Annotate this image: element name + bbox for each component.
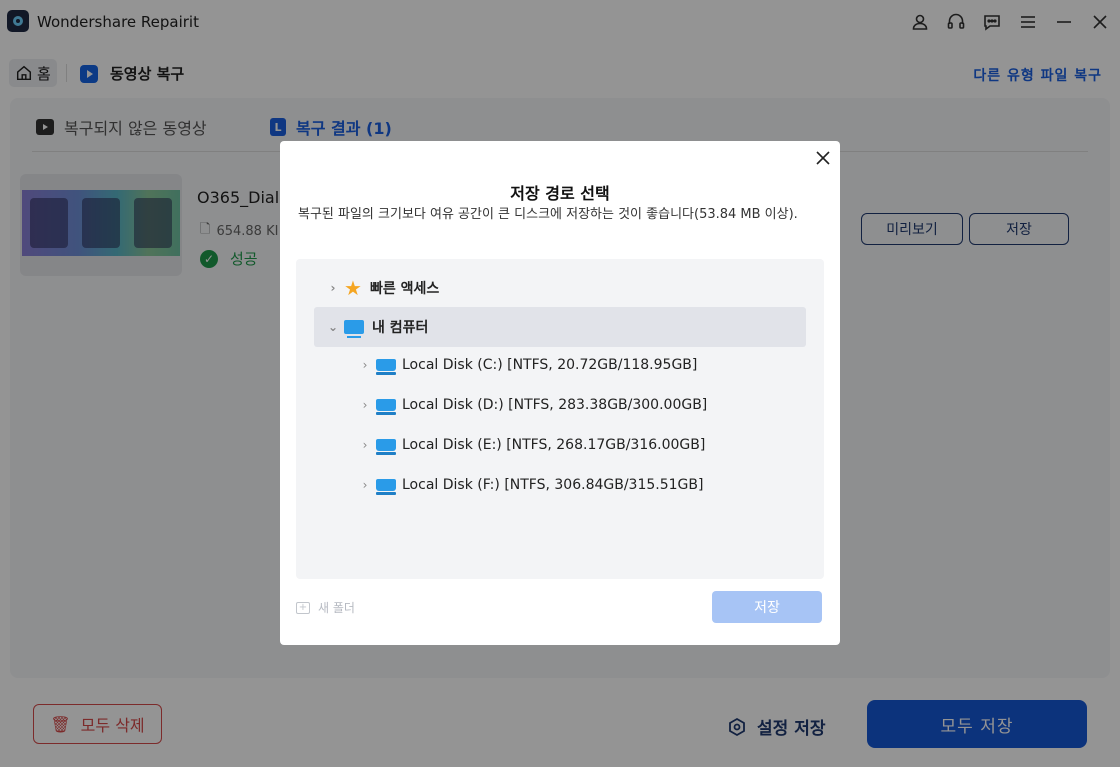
dialog-save-button[interactable]: 저장 bbox=[712, 591, 822, 623]
new-folder-icon: + bbox=[296, 601, 310, 614]
disk-icon bbox=[376, 479, 396, 495]
dialog-description: 복구된 파일의 크기보다 여유 공간이 큰 디스크에 저장하는 것이 좋습니다(… bbox=[298, 207, 798, 222]
tree-item-my-computer[interactable]: ⌄ 내 컴퓨터 bbox=[314, 307, 806, 347]
tree-item-label: Local Disk (E:) [NTFS, 268.17GB/316.00GB… bbox=[402, 437, 706, 453]
tree-item-quick-access[interactable]: › ★ 빠른 액세스 bbox=[326, 276, 440, 300]
tree-item-label: 내 컴퓨터 bbox=[372, 320, 429, 336]
computer-icon bbox=[344, 320, 364, 338]
new-folder-button[interactable]: + 새 폴더 bbox=[296, 599, 355, 616]
dialog-title: 저장 경로 선택 bbox=[510, 184, 610, 203]
tree-item-label: Local Disk (D:) [NTFS, 283.38GB/300.00GB… bbox=[402, 397, 708, 413]
tree-item-disk-f[interactable]: › Local Disk (F:) [NTFS, 306.84GB/315.51… bbox=[358, 477, 704, 495]
tree-item-label: Local Disk (F:) [NTFS, 306.84GB/315.51GB… bbox=[402, 477, 704, 493]
chevron-right-icon[interactable]: › bbox=[358, 398, 372, 412]
tree-item-disk-e[interactable]: › Local Disk (E:) [NTFS, 268.17GB/316.00… bbox=[358, 437, 706, 455]
chevron-right-icon[interactable]: › bbox=[358, 478, 372, 492]
chevron-right-icon[interactable]: › bbox=[326, 281, 340, 295]
chevron-down-icon[interactable]: ⌄ bbox=[326, 320, 340, 334]
disk-icon bbox=[376, 359, 396, 375]
tree-item-label: 빠른 액세스 bbox=[369, 281, 440, 297]
chevron-right-icon[interactable]: › bbox=[358, 358, 372, 372]
star-icon: ★ bbox=[344, 276, 362, 300]
dialog-close-icon[interactable] bbox=[814, 149, 832, 167]
save-path-dialog: 저장 경로 선택 복구된 파일의 크기보다 여유 공간이 큰 디스크에 저장하는… bbox=[280, 141, 840, 645]
tree-item-disk-d[interactable]: › Local Disk (D:) [NTFS, 283.38GB/300.00… bbox=[358, 397, 708, 415]
disk-icon bbox=[376, 399, 396, 415]
folder-tree: › ★ 빠른 액세스 ⌄ 내 컴퓨터 › Local Disk (C:) [NT… bbox=[296, 259, 824, 579]
new-folder-label: 새 폴더 bbox=[318, 601, 355, 615]
tree-item-label: Local Disk (C:) [NTFS, 20.72GB/118.95GB] bbox=[402, 357, 698, 373]
chevron-right-icon[interactable]: › bbox=[358, 438, 372, 452]
disk-icon bbox=[376, 439, 396, 455]
tree-item-disk-c[interactable]: › Local Disk (C:) [NTFS, 20.72GB/118.95G… bbox=[358, 357, 698, 375]
